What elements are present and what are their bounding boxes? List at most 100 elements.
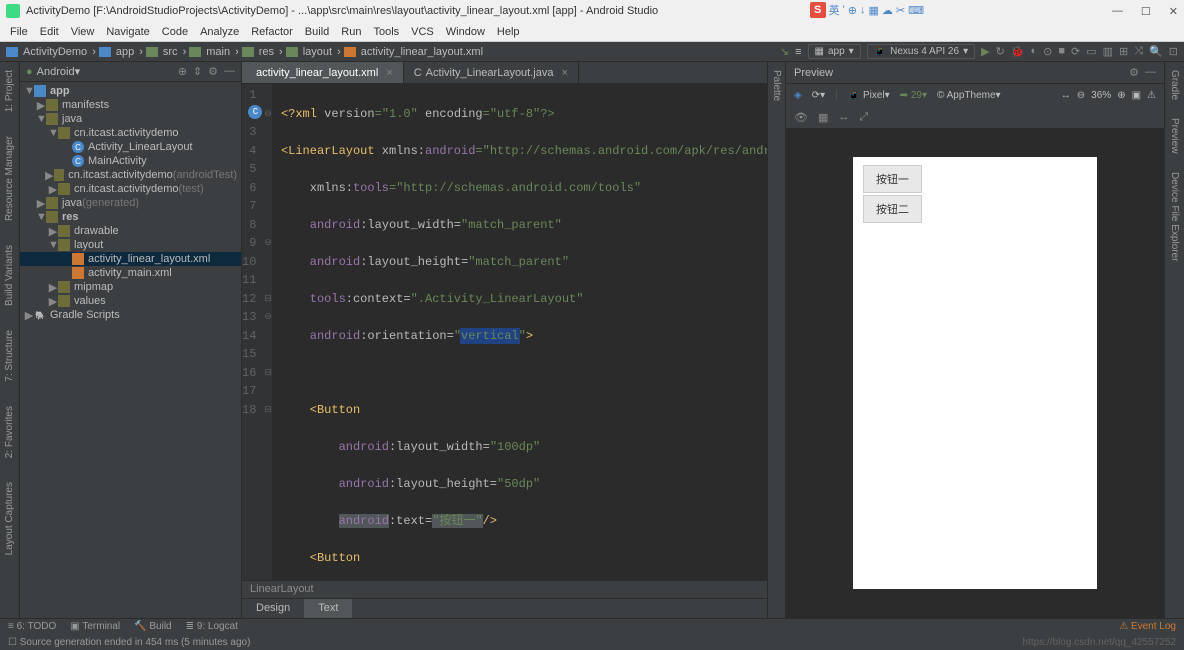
eye-icon[interactable]: 👁 (794, 111, 808, 124)
design-tab[interactable]: Design (242, 599, 304, 618)
sync-gradle-icon[interactable]: ⟳ (1071, 45, 1080, 58)
tree-gradle[interactable]: Gradle Scripts (50, 309, 120, 321)
tab-linear-layout-java[interactable]: CActivity_LinearLayout.java× (404, 62, 579, 83)
help-icon[interactable]: ⊡ (1169, 45, 1178, 58)
breadcrumb-bar[interactable]: LinearLayout (242, 580, 767, 598)
event-log-tool[interactable]: ⚠ Event Log (1119, 621, 1176, 632)
preview-tool-button[interactable]: Preview (1169, 118, 1180, 154)
ime-punc[interactable]: ' (843, 4, 845, 16)
gear-icon[interactable]: ⚙ (1129, 66, 1139, 79)
debug-icon[interactable]: 🐞 (1011, 45, 1025, 58)
sogou-icon[interactable]: S (810, 2, 826, 18)
close-tab-icon[interactable]: × (386, 67, 392, 79)
class-gutter-icon[interactable]: C (248, 105, 262, 119)
terminal-tool[interactable]: ▣ Terminal (70, 621, 120, 632)
profile-icon[interactable]: ◐ (1030, 45, 1037, 58)
project-tree[interactable]: ▼app ▶manifests ▼java ▼cn.itcast.activit… (20, 82, 241, 618)
zoom-out-icon[interactable]: ⊖ (1077, 90, 1085, 101)
ime-icon3[interactable]: ▦ (868, 4, 878, 17)
fit-icon[interactable]: ▣ (1132, 90, 1141, 101)
avd-icon[interactable]: ▭ (1086, 45, 1096, 58)
tab-linear-layout-xml[interactable]: activity_linear_layout.xml× (242, 62, 404, 83)
tree-layout[interactable]: layout (74, 239, 103, 251)
tree-drawable[interactable]: drawable (74, 225, 119, 237)
api-select[interactable]: ➡ 29▾ (900, 90, 927, 101)
settings-icon[interactable]: ⤨ (1134, 45, 1143, 58)
menu-file[interactable]: File (6, 26, 32, 38)
buildvar-tool-button[interactable]: Build Variants (4, 245, 15, 306)
tree-res[interactable]: res (62, 211, 79, 223)
run-config-selector[interactable]: ▦ app ▾ (808, 44, 861, 59)
tree-values[interactable]: values (74, 295, 106, 307)
tree-java[interactable]: java (62, 113, 82, 125)
logcat-tool[interactable]: ≣ 9: Logcat (186, 621, 238, 632)
crumb-main[interactable]: main (204, 46, 232, 58)
code-editor[interactable]: C 💡 123456789101112131415161718 ⊖⊖⊟⊖⊟⊟ <… (242, 84, 767, 580)
collapse-icon[interactable]: ⇕ (193, 65, 202, 78)
ime-icon4[interactable]: ☁ (882, 4, 893, 17)
menu-analyze[interactable]: Analyze (196, 26, 243, 38)
maximize-icon[interactable]: ☐ (1141, 5, 1151, 18)
tree-mipmap[interactable]: mipmap (74, 281, 113, 293)
device-select[interactable]: 📱 Pixel▾ (848, 90, 890, 101)
ham-icon[interactable]: ≡ (795, 46, 801, 58)
scale-icon[interactable]: ⤢ (859, 111, 868, 124)
menu-help[interactable]: Help (493, 26, 524, 38)
menu-edit[interactable]: Edit (36, 26, 63, 38)
tree-pkgtest2[interactable]: cn.itcast.activitydemo (74, 183, 179, 195)
tree-manifests[interactable]: manifests (62, 99, 109, 111)
sdk-icon[interactable]: ▥ (1103, 45, 1113, 58)
orientation-icon[interactable]: ⟳▾ (812, 90, 825, 101)
devexp-tool-button[interactable]: Device File Explorer (1169, 172, 1180, 261)
crumb-layout[interactable]: layout (301, 46, 334, 58)
run-icon[interactable]: ▶ (981, 45, 989, 58)
hide-icon[interactable]: — (1145, 66, 1156, 79)
device-selector[interactable]: 📱 Nexus 4 API 26 ▾ (867, 44, 975, 59)
hide-icon[interactable]: — (224, 65, 235, 78)
palette-tool-button[interactable]: Palette (771, 70, 782, 101)
close-tab-icon[interactable]: × (561, 67, 567, 79)
tree-pkg[interactable]: cn.itcast.activitydemo (74, 127, 179, 139)
zoom-in-icon[interactable]: ⊕ (1117, 90, 1125, 101)
stop-icon[interactable]: ■ (1058, 45, 1065, 58)
structure-tool-button[interactable]: 7: Structure (4, 330, 15, 382)
ime-icon2[interactable]: ↓ (860, 4, 866, 16)
line-gutter[interactable]: C 💡 123456789101112131415161718 (242, 84, 264, 580)
tree-activity-main-xml[interactable]: activity_main.xml (88, 267, 172, 279)
close-icon[interactable]: ✕ (1169, 5, 1178, 18)
ime-icon6[interactable]: ⌨ (908, 4, 924, 17)
grid-icon[interactable]: ▦ (818, 111, 828, 124)
tree-mainactivity[interactable]: MainActivity (88, 155, 147, 167)
gear-icon[interactable]: ⚙ (208, 65, 218, 78)
layoutcap-tool-button[interactable]: Layout Captures (4, 482, 15, 555)
project-tool-button[interactable]: 1: Project (4, 70, 15, 112)
preview-canvas[interactable]: 按钮一 按钮二 (786, 128, 1164, 618)
surface-icon[interactable]: ◈ (794, 90, 802, 101)
menu-view[interactable]: View (67, 26, 99, 38)
tree-activity-linear[interactable]: Activity_LinearLayout (88, 141, 193, 153)
menu-refactor[interactable]: Refactor (247, 26, 297, 38)
project-view-selector[interactable]: Android (37, 66, 75, 78)
struct-icon[interactable]: ⊞ (1119, 45, 1128, 58)
menu-window[interactable]: Window (442, 26, 489, 38)
menu-code[interactable]: Code (158, 26, 192, 38)
tree-pkgtest[interactable]: cn.itcast.activitydemo (68, 169, 173, 181)
tree-activity-linear-xml[interactable]: activity_linear_layout.xml (88, 253, 210, 265)
gradle-tool-button[interactable]: Gradle (1169, 70, 1180, 100)
crumb-app[interactable]: app (114, 46, 136, 58)
crumb-src[interactable]: src (161, 46, 180, 58)
menu-tools[interactable]: Tools (369, 26, 403, 38)
prev-icon[interactable]: ↔ (1061, 90, 1071, 101)
text-tab[interactable]: Text (304, 599, 352, 618)
ime-icon5[interactable]: ✂ (896, 4, 905, 17)
favorites-tool-button[interactable]: 2: Favorites (4, 406, 15, 458)
code-content[interactable]: <?xml version="1.0" encoding="utf-8"?> <… (273, 84, 767, 580)
menu-vcs[interactable]: VCS (407, 26, 438, 38)
menu-build[interactable]: Build (301, 26, 333, 38)
pan-icon[interactable]: ↔ (838, 111, 849, 123)
todo-tool[interactable]: ≡ 6: TODO (8, 621, 56, 632)
attach-icon[interactable]: ⊙ (1043, 45, 1052, 58)
theme-select[interactable]: © AppTheme▾ (937, 90, 1001, 101)
sync-icon[interactable]: ↘ (780, 45, 789, 58)
menu-run[interactable]: Run (337, 26, 365, 38)
